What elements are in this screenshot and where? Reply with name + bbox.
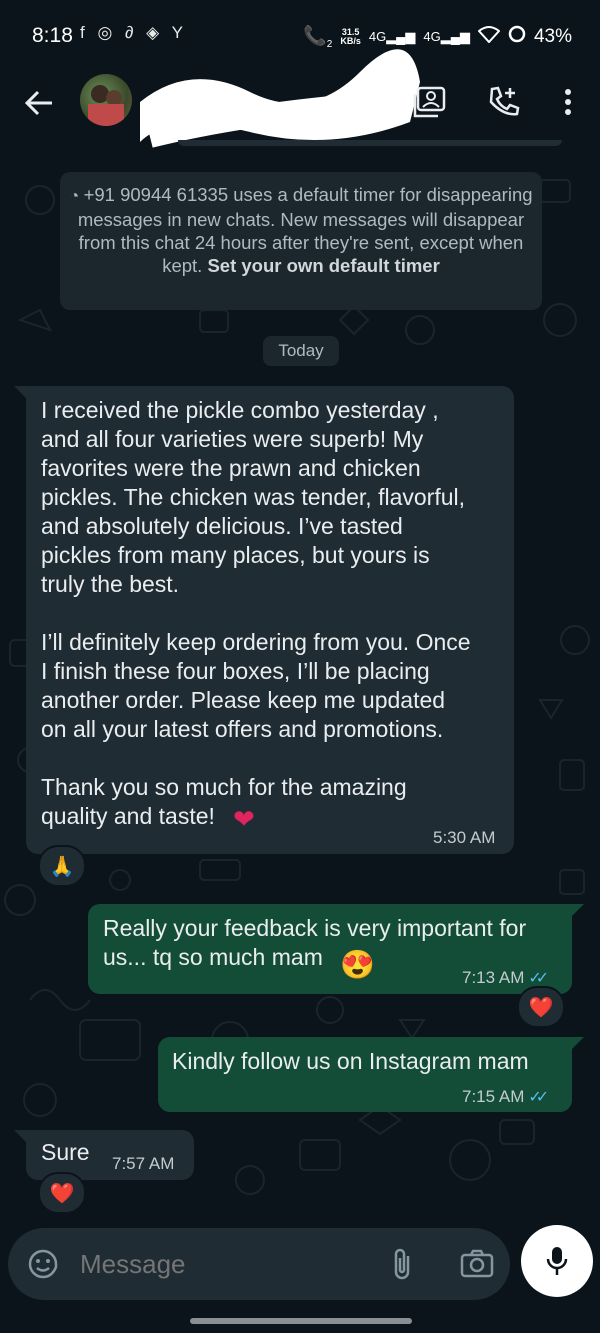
timer-icon: ◔ xyxy=(69,188,84,205)
add-call-icon[interactable] xyxy=(486,84,522,120)
message-text: Really your feedback is very important f… xyxy=(103,915,527,970)
battery-icon xyxy=(508,25,526,49)
heart-reaction-icon: ❤️ xyxy=(49,1182,75,1205)
pray-reaction-icon: 🙏 xyxy=(49,855,75,878)
message-text: I received the pickle combo yesterday , … xyxy=(41,397,471,829)
mic-icon xyxy=(546,1247,568,1275)
reaction-badge[interactable]: ❤️ xyxy=(517,986,565,1028)
bubble-tail xyxy=(572,1037,584,1049)
date-chip: Today xyxy=(263,336,339,366)
camera-icon[interactable] xyxy=(460,1248,494,1278)
message-composer xyxy=(8,1228,510,1300)
bubble-tail xyxy=(14,386,26,398)
message-time: 7:15 AM ✓✓ xyxy=(462,1087,549,1107)
gallery-icon[interactable] xyxy=(412,84,448,120)
message-time: 7:57 AM xyxy=(112,1154,175,1173)
back-arrow-icon[interactable] xyxy=(22,86,56,120)
message-bubble-incoming[interactable]: I received the pickle combo yesterday , … xyxy=(26,386,514,854)
bubble-tail xyxy=(572,904,584,916)
notification-icons: f ◎ ∂ ◈ Y xyxy=(80,23,187,42)
attach-icon[interactable] xyxy=(388,1246,418,1282)
message-time: 5:30 AM xyxy=(433,828,496,847)
wifi-icon xyxy=(477,25,501,49)
bubble-tail xyxy=(14,1130,26,1142)
heart-reaction-icon: ❤️ xyxy=(528,996,554,1019)
header-divider xyxy=(178,140,562,146)
more-vert-icon[interactable] xyxy=(550,84,586,120)
message-time-text: 7:15 AM xyxy=(462,1087,525,1106)
message-time-text: 7:13 AM xyxy=(462,968,525,987)
disappearing-messages-notice[interactable]: ◔ +91 90944 61335 uses a default timer f… xyxy=(60,172,542,310)
message-time: 7:13 AM ✓✓ xyxy=(462,968,549,988)
mic-button[interactable] xyxy=(521,1225,593,1297)
message-bubble-outgoing[interactable]: Really your feedback is very important f… xyxy=(88,904,572,994)
set-default-timer-link[interactable]: Set your own default timer xyxy=(207,255,439,276)
message-text: Kindly follow us on Instagram mam xyxy=(172,1048,529,1074)
message-text: Sure xyxy=(41,1139,90,1165)
status-time: 8:18 xyxy=(32,24,73,47)
emoji-sticker-icon[interactable] xyxy=(26,1247,60,1281)
chat-header xyxy=(0,49,600,148)
reaction-badge[interactable]: 🙏 xyxy=(38,845,86,887)
gesture-nav-bar[interactable] xyxy=(190,1318,412,1324)
avatar[interactable] xyxy=(80,74,132,126)
message-input[interactable] xyxy=(80,1249,370,1280)
signal-icon-2: 4G▂▄▆ xyxy=(423,28,470,44)
battery-level: 43% xyxy=(533,25,572,47)
message-bubble-outgoing[interactable]: Kindly follow us on Instagram mam 7:15 A… xyxy=(158,1037,572,1112)
heart-eyes-emoji: 😍 xyxy=(340,949,375,980)
heart-emoji: ❤ xyxy=(233,804,255,834)
read-ticks-icon: ✓✓ xyxy=(528,970,549,987)
read-ticks-icon: ✓✓ xyxy=(528,1089,549,1106)
reaction-badge[interactable]: ❤️ xyxy=(38,1172,86,1214)
